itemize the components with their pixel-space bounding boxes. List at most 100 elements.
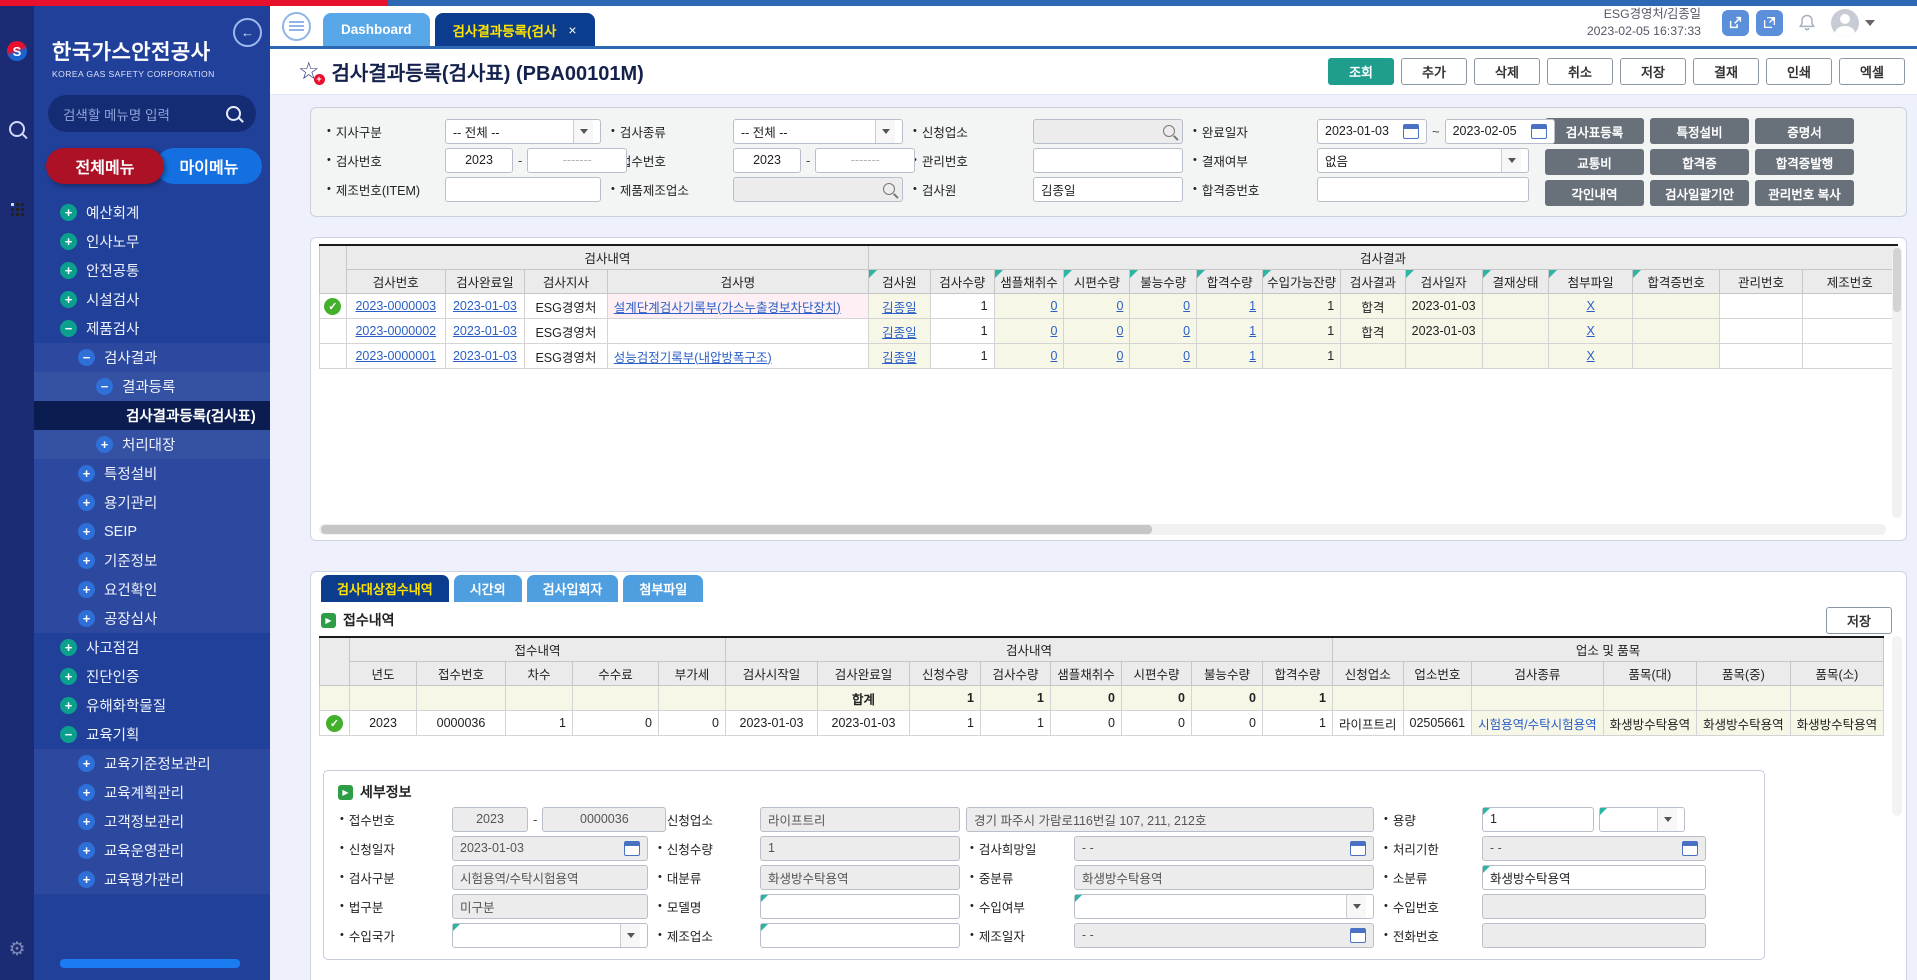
year-input[interactable]: 2023 (733, 148, 801, 173)
detail-date-field[interactable]: - - (1074, 836, 1374, 861)
rail-search-icon[interactable] (0, 112, 34, 146)
year-input[interactable]: 2023 (452, 807, 528, 832)
quick-button-8[interactable]: 검사일괄기안 (1650, 180, 1749, 206)
chevron-down-icon[interactable] (1501, 149, 1521, 172)
table-row[interactable]: 2023-00000022023-01-03ESG경영처김종일100011합격2… (320, 319, 1898, 344)
expand-icon[interactable]: + (78, 784, 95, 801)
calendar-icon[interactable] (624, 841, 640, 856)
chevron-down-icon[interactable] (573, 120, 593, 143)
expand-icon[interactable]: + (60, 697, 77, 714)
settings-gear-icon[interactable]: ⚙ (0, 932, 34, 966)
sidebar-item[interactable]: +공장심사 (34, 604, 270, 633)
expand-icon[interactable]: + (60, 233, 77, 250)
cell-link[interactable]: X (1586, 299, 1594, 313)
horizontal-scrollbar[interactable] (319, 524, 1886, 535)
expand-icon[interactable]: + (60, 291, 77, 308)
calendar-icon[interactable] (1350, 841, 1366, 856)
sidebar-scrollbar-thumb[interactable] (60, 959, 240, 968)
chevron-down-icon[interactable] (875, 120, 895, 143)
cell-link[interactable]: 1 (1249, 324, 1256, 338)
sidebar-item-selected[interactable]: 검사결과등록(검사표) (34, 401, 270, 430)
action-button-8[interactable]: 엑셀 (1839, 58, 1905, 85)
expand-icon[interactable]: + (78, 610, 95, 627)
action-button-1[interactable]: 조회 (1328, 58, 1394, 85)
action-button-7[interactable]: 인쇄 (1766, 58, 1832, 85)
chevron-down-icon[interactable] (1657, 808, 1677, 831)
detail-text-field[interactable]: 미구분 (452, 894, 648, 919)
calendar-icon[interactable] (1403, 124, 1419, 139)
expand-icon[interactable]: + (78, 755, 95, 772)
search-icon[interactable] (226, 106, 241, 121)
collapse-icon[interactable]: − (78, 349, 95, 366)
detail-text-field[interactable]: 화생방수탁용역 (1074, 865, 1374, 890)
chevron-down-icon[interactable] (620, 924, 640, 947)
vertical-scrollbar[interactable] (1892, 246, 1902, 518)
date-from-input[interactable]: 2023-01-03 (1317, 119, 1427, 144)
cell-link[interactable]: 0 (1116, 324, 1123, 338)
cell-link[interactable]: 0 (1116, 299, 1123, 313)
cell-link[interactable]: 0 (1183, 299, 1190, 313)
hamburger-menu-icon[interactable] (282, 12, 311, 41)
expand-icon[interactable]: + (78, 813, 95, 830)
chevron-down-icon[interactable] (1346, 895, 1366, 918)
collapse-icon[interactable]: − (96, 378, 113, 395)
cell-link[interactable]: 1 (1249, 349, 1256, 363)
notification-bell-icon[interactable] (1797, 13, 1817, 33)
cell-link[interactable]: 0 (1183, 324, 1190, 338)
serial-input[interactable]: ------- (815, 148, 915, 173)
detail-date-field[interactable]: - - (1482, 836, 1706, 861)
expand-icon[interactable]: + (78, 552, 95, 569)
filter-search-field[interactable] (1033, 119, 1183, 144)
expand-icon[interactable]: + (78, 494, 95, 511)
cell-link[interactable]: 0 (1050, 299, 1057, 313)
cell-link[interactable]: 2023-0000001 (355, 349, 436, 363)
address-field[interactable]: 경기 파주시 가람로116번길 107, 211, 212호 (966, 807, 1374, 832)
tab-active[interactable]: 검사결과등록(검사× (435, 13, 595, 46)
collapse-icon[interactable]: − (60, 726, 77, 743)
sidebar-item[interactable]: +인사노무 (34, 227, 270, 256)
expand-icon[interactable]: + (78, 581, 95, 598)
sidebar-item[interactable]: +교육운영관리 (34, 836, 270, 865)
filter-text-field[interactable] (1317, 177, 1529, 202)
receipt-vertical-scrollbar[interactable] (1892, 636, 1902, 816)
serial-input[interactable]: 0000036 (542, 807, 666, 832)
sidebar-item[interactable]: +처리대장 (34, 430, 270, 459)
expand-icon[interactable]: + (60, 204, 77, 221)
detail-date-field[interactable]: 2023-01-03 (452, 836, 648, 861)
favorite-star-icon[interactable]: ☆+ (298, 60, 320, 84)
cell-link[interactable]: 0 (1116, 349, 1123, 363)
table-row[interactable]: 202300000361002023-01-032023-01-03110001… (320, 711, 1884, 736)
filter-text-field[interactable] (1033, 148, 1183, 173)
popup-copy-icon[interactable] (1756, 10, 1783, 36)
sidebar-item[interactable]: −결과등록 (34, 372, 270, 401)
avatar[interactable] (1831, 9, 1859, 37)
expand-icon[interactable]: + (96, 436, 113, 453)
all-menu-button[interactable]: 전체메뉴 (46, 148, 164, 184)
quick-button-1[interactable]: 검사표등록 (1545, 118, 1644, 144)
capacity-unit-select[interactable] (1599, 807, 1685, 832)
year-input[interactable]: 2023 (445, 148, 513, 173)
sidebar-item[interactable]: +교육계획관리 (34, 778, 270, 807)
cell-link[interactable]: 성능검정기록부(내압방폭구조) (614, 351, 772, 365)
sidebar-item[interactable]: +교육평가관리 (34, 865, 270, 894)
sidebar-item[interactable]: −검사결과 (34, 343, 270, 372)
cell-link[interactable]: 2023-0000003 (355, 299, 436, 313)
detail-select-field[interactable] (452, 923, 648, 948)
detail-text-field[interactable]: 라이프트리 (760, 807, 960, 832)
sidebar-item[interactable]: +용기관리 (34, 488, 270, 517)
summary-row[interactable]: 합계110001 (320, 686, 1884, 711)
expand-icon[interactable]: + (60, 262, 77, 279)
sidebar-item[interactable]: +SEIP (34, 517, 270, 546)
external-link-icon[interactable] (1722, 10, 1749, 36)
cell-link[interactable]: 0 (1183, 349, 1190, 363)
expand-icon[interactable]: + (60, 668, 77, 685)
expand-icon[interactable]: + (78, 842, 95, 859)
expand-icon[interactable]: + (60, 639, 77, 656)
serial-input[interactable]: ------- (527, 148, 627, 173)
detail-text-field[interactable] (1482, 923, 1706, 948)
sidebar-item[interactable]: −제품검사 (34, 314, 270, 343)
sidebar-item[interactable]: +기준정보 (34, 546, 270, 575)
date-to-input[interactable]: 2023-02-05 (1445, 119, 1555, 144)
quick-button-4[interactable]: 교통비 (1545, 149, 1644, 175)
quick-button-2[interactable]: 특정설비 (1650, 118, 1749, 144)
